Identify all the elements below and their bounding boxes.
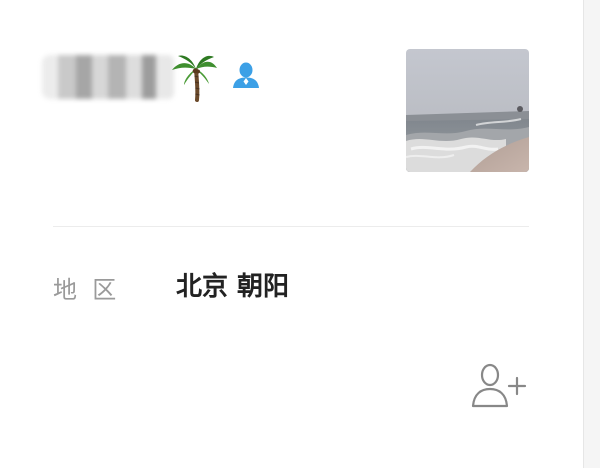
divider xyxy=(53,226,529,227)
scrollbar-track[interactable] xyxy=(583,0,600,468)
region-value: 北京 朝阳 xyxy=(176,272,290,302)
add-friend-icon[interactable] xyxy=(470,362,530,410)
palm-tree-icon xyxy=(172,55,217,102)
nickname-blurred xyxy=(42,55,174,99)
contact-profile-card: 地 区 北京 朝阳 xyxy=(0,0,583,468)
avatar-image xyxy=(406,49,529,172)
contact-person-icon xyxy=(233,62,259,88)
avatar[interactable] xyxy=(406,49,529,172)
region-label: 地 区 xyxy=(53,276,117,304)
